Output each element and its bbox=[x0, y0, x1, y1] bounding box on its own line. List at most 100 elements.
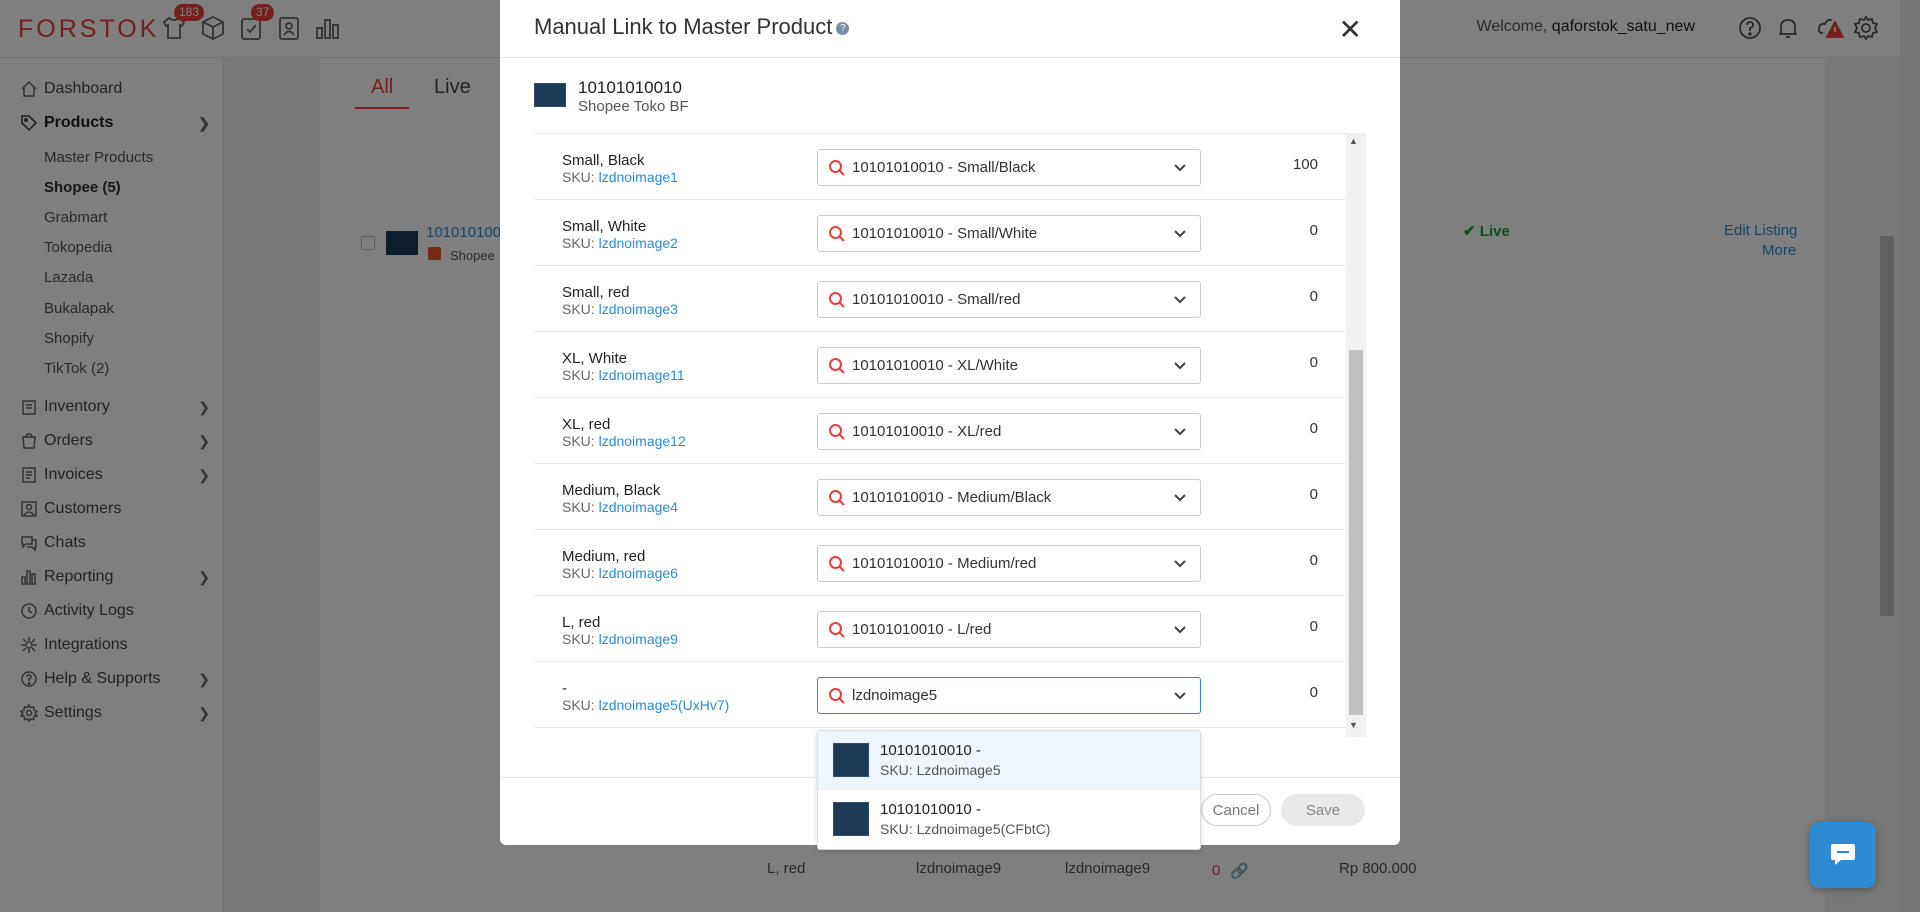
search-icon bbox=[829, 424, 845, 440]
sku-link[interactable]: lzdnoimage5(UxHv7) bbox=[599, 697, 730, 713]
sku-label: SKU: bbox=[562, 367, 595, 383]
variant-sku: SKU: lzdnoimage1 bbox=[562, 169, 678, 185]
chevron-down-icon bbox=[1174, 164, 1186, 172]
variant-qty: 0 bbox=[1309, 222, 1318, 239]
master-product-select[interactable]: 10101010010 - XL/red bbox=[817, 413, 1201, 450]
sku-link[interactable]: lzdnoimage6 bbox=[599, 565, 678, 581]
modal-title: Manual Link to Master Product? bbox=[534, 14, 850, 40]
chat-bubble-icon bbox=[1831, 844, 1855, 865]
variant-sku: SKU: lzdnoimage9 bbox=[562, 631, 678, 647]
chevron-down-icon bbox=[1174, 626, 1186, 634]
chevron-down-icon bbox=[1174, 362, 1186, 370]
variant-qty: 0 bbox=[1309, 486, 1318, 503]
search-icon bbox=[829, 556, 845, 572]
cancel-button[interactable]: Cancel bbox=[1201, 794, 1271, 826]
variant-row: - SKU: lzdnoimage5(UxHv7) lzdnoimage5 0 bbox=[534, 662, 1346, 728]
chevron-down-icon bbox=[1174, 428, 1186, 436]
master-product-select[interactable]: 10101010010 - Medium/Black bbox=[817, 479, 1201, 516]
sku-link[interactable]: lzdnoimage11 bbox=[599, 367, 685, 383]
search-results-dropdown: 10101010010 - SKU: Lzdnoimage5 101010100… bbox=[817, 730, 1201, 850]
master-product-select[interactable]: 10101010010 - Small/White bbox=[817, 215, 1201, 252]
variant-name: Small, White bbox=[562, 218, 647, 235]
sku-link[interactable]: lzdnoimage1 bbox=[599, 169, 678, 185]
chevron-down-icon bbox=[1174, 230, 1186, 238]
header-divider bbox=[500, 57, 1400, 58]
variant-row: Medium, Black SKU: lzdnoimage4 101010100… bbox=[534, 464, 1346, 530]
option-thumbnail bbox=[833, 802, 869, 836]
master-product-select[interactable]: 10101010010 - Small/red bbox=[817, 281, 1201, 318]
master-product-select[interactable]: 10101010010 - Small/Black bbox=[817, 149, 1201, 186]
variant-list: Small, Black SKU: lzdnoimage1 1010101001… bbox=[534, 133, 1366, 737]
product-store: Shopee Toko BF bbox=[578, 98, 689, 115]
variant-row: L, red SKU: lzdnoimage9 10101010010 - L/… bbox=[534, 596, 1346, 662]
variant-name: Medium, Black bbox=[562, 482, 661, 499]
sku-link[interactable]: lzdnoimage4 bbox=[599, 499, 678, 515]
master-product-select[interactable]: 10101010010 - L/red bbox=[817, 611, 1201, 648]
option-thumbnail bbox=[833, 743, 869, 777]
variant-sku: SKU: lzdnoimage11 bbox=[562, 367, 685, 383]
select-value: 10101010010 - XL/White bbox=[852, 357, 1018, 374]
search-icon bbox=[829, 490, 845, 506]
product-name: 10101010010 bbox=[578, 78, 683, 97]
option-name: 10101010010 - bbox=[880, 742, 981, 759]
close-icon[interactable]: ✕ bbox=[1339, 16, 1362, 44]
variant-sku: SKU: lzdnoimage6 bbox=[562, 565, 678, 581]
product-thumbnail bbox=[534, 83, 566, 107]
variant-sku: SKU: lzdnoimage5(UxHv7) bbox=[562, 697, 729, 713]
chevron-down-icon bbox=[1174, 296, 1186, 304]
variant-sku: SKU: lzdnoimage2 bbox=[562, 235, 678, 251]
variant-row: Medium, red SKU: lzdnoimage6 10101010010… bbox=[534, 530, 1346, 596]
variant-name: Small, Black bbox=[562, 152, 645, 169]
dropdown-option[interactable]: 10101010010 - SKU: Lzdnoimage5 bbox=[818, 731, 1200, 789]
sku-link[interactable]: lzdnoimage12 bbox=[599, 433, 686, 449]
option-sku: SKU: Lzdnoimage5(CFbtC) bbox=[880, 821, 1051, 837]
chevron-down-icon bbox=[1174, 560, 1186, 568]
sku-label: SKU: bbox=[562, 697, 595, 713]
sku-label: SKU: bbox=[562, 169, 595, 185]
variant-row: Small, White SKU: lzdnoimage2 1010101001… bbox=[534, 200, 1346, 266]
search-icon bbox=[829, 160, 845, 176]
variant-name: - bbox=[562, 680, 567, 697]
variant-sku: SKU: lzdnoimage4 bbox=[562, 499, 678, 515]
variant-name: Medium, red bbox=[562, 548, 646, 565]
sku-link[interactable]: lzdnoimage3 bbox=[599, 301, 678, 317]
variant-name: XL, red bbox=[562, 416, 611, 433]
select-value: 10101010010 - L/red bbox=[852, 621, 992, 638]
variant-qty: 100 bbox=[1292, 156, 1318, 173]
select-value: 10101010010 - Medium/Black bbox=[852, 489, 1052, 506]
save-button[interactable]: Save bbox=[1281, 794, 1365, 826]
search-icon bbox=[829, 622, 845, 638]
scroll-down-arrow-icon[interactable]: ▼ bbox=[1349, 720, 1358, 730]
sku-link[interactable]: lzdnoimage2 bbox=[599, 235, 678, 251]
modal-scrollbar-thumb[interactable] bbox=[1349, 350, 1363, 715]
help-info-icon[interactable]: ? bbox=[836, 21, 850, 35]
select-value: 10101010010 - Small/Black bbox=[852, 159, 1036, 176]
variant-row: Small, Black SKU: lzdnoimage1 1010101001… bbox=[534, 134, 1346, 200]
master-product-select[interactable]: 10101010010 - Medium/red bbox=[817, 545, 1201, 582]
chat-widget-button[interactable] bbox=[1810, 822, 1876, 888]
variant-qty: 0 bbox=[1309, 354, 1318, 371]
variant-name: L, red bbox=[562, 614, 601, 631]
search-icon bbox=[829, 292, 845, 308]
variant-row: XL, red SKU: lzdnoimage12 10101010010 - … bbox=[534, 398, 1346, 464]
option-name: 10101010010 - bbox=[880, 801, 981, 818]
master-product-select[interactable]: 10101010010 - XL/White bbox=[817, 347, 1201, 384]
select-value: 10101010010 - XL/red bbox=[852, 423, 1002, 440]
variant-row: Small, red SKU: lzdnoimage3 10101010010 … bbox=[534, 266, 1346, 332]
sku-label: SKU: bbox=[562, 235, 595, 251]
select-value: 10101010010 - Small/White bbox=[852, 225, 1038, 242]
variant-qty: 0 bbox=[1309, 684, 1318, 701]
variant-name: XL, White bbox=[562, 350, 628, 367]
sku-label: SKU: bbox=[562, 499, 595, 515]
variant-name: Small, red bbox=[562, 284, 630, 301]
search-query: lzdnoimage5 bbox=[852, 687, 938, 704]
dropdown-option[interactable]: 10101010010 - SKU: Lzdnoimage5(CFbtC) bbox=[818, 789, 1200, 847]
scroll-up-arrow-icon[interactable]: ▲ bbox=[1349, 136, 1358, 146]
master-product-search-input[interactable]: lzdnoimage5 bbox=[817, 677, 1201, 714]
search-icon bbox=[829, 688, 845, 704]
sku-label: SKU: bbox=[562, 433, 595, 449]
variant-row: XL, White SKU: lzdnoimage11 10101010010 … bbox=[534, 332, 1346, 398]
sku-label: SKU: bbox=[562, 631, 595, 647]
modal-title-text: Manual Link to Master Product bbox=[534, 14, 833, 39]
sku-link[interactable]: lzdnoimage9 bbox=[599, 631, 678, 647]
